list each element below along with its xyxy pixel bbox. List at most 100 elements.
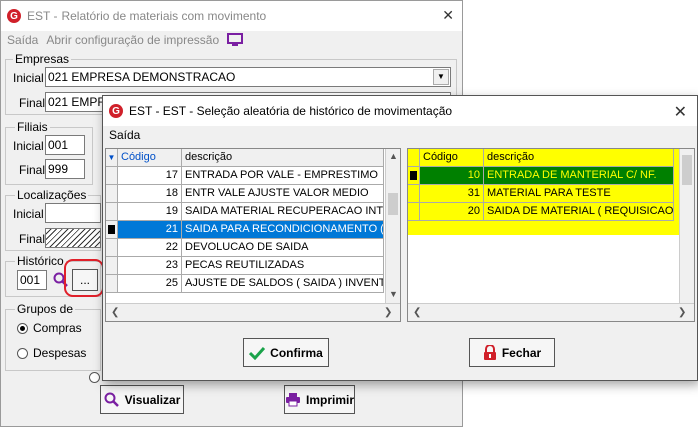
row-codigo: 31 <box>420 185 484 203</box>
filiais-label: Filiais <box>15 120 50 134</box>
right-grid-header: Código descrição <box>408 149 674 167</box>
report-menubar: Saída Abrir configuração de impressão <box>1 31 462 49</box>
left-horizontal-scrollbar[interactable]: ❮ ❯ <box>106 303 400 321</box>
filial-final-field[interactable]: 999 <box>45 159 85 179</box>
header-indicator <box>408 149 420 167</box>
localizacao-final-field[interactable] <box>45 228 101 248</box>
row-indicator <box>408 185 420 203</box>
row-descricao: PECAS REUTILIZADAS <box>182 257 384 275</box>
report-title: Relatório de materiais com movimento <box>61 9 267 23</box>
historico-label: Histórico <box>15 254 66 268</box>
table-row-selected[interactable]: 10 ENTRADA DE MANTERIAL C/ NF. <box>408 167 674 185</box>
row-indicator <box>106 185 118 203</box>
scroll-up-icon[interactable]: ▲ <box>389 151 398 161</box>
table-row[interactable]: 17 ENTRADA POR VALE - EMPRESTIMO <box>106 167 384 185</box>
empresa-final-label: Final <box>19 96 46 110</box>
current-row-indicator <box>408 167 420 185</box>
right-col-codigo[interactable]: Código <box>420 149 484 167</box>
left-col-descricao[interactable]: descrição <box>182 149 384 167</box>
confirmar-button[interactable]: Confirma <box>243 338 329 367</box>
filial-final-label: Final <box>19 163 46 177</box>
row-indicator <box>106 257 118 275</box>
row-descricao: SAIDA MATERIAL RECUPERACAO INTER <box>182 203 384 221</box>
empresas-label: Empresas <box>13 52 72 66</box>
row-codigo: 22 <box>118 239 182 257</box>
right-vertical-scrollbar[interactable] <box>679 149 694 303</box>
row-descricao: SAIDA DE MATERIAL ( REQUISICAO) <box>484 203 674 221</box>
row-codigo: 17 <box>118 167 182 185</box>
scroll-right-icon[interactable]: ❯ <box>678 307 686 318</box>
right-col-descricao[interactable]: descrição <box>484 149 674 167</box>
row-indicator <box>106 275 118 293</box>
report-title-prefix: EST - <box>27 9 58 23</box>
scroll-right-icon[interactable]: ❯ <box>384 307 392 318</box>
printer-icon <box>285 393 300 407</box>
fechar-button[interactable]: Fechar <box>469 338 555 367</box>
scroll-thumb[interactable] <box>388 193 398 215</box>
visualizar-button[interactable]: Visualizar <box>100 385 184 414</box>
row-descricao: ENTR VALE AJUSTE VALOR MEDIO <box>182 185 384 203</box>
current-row-indicator <box>106 221 118 239</box>
row-codigo: 21 <box>118 221 182 239</box>
row-codigo: 10 <box>420 167 484 185</box>
table-row[interactable]: 18 ENTR VALE AJUSTE VALOR MEDIO <box>106 185 384 203</box>
radio-unchecked-icon[interactable] <box>89 372 100 384</box>
row-descricao: AJUSTE DE SALDOS ( SAIDA ) INVENTAR <box>182 275 384 293</box>
row-descricao: DEVOLUCAO DE SAIDA <box>182 239 384 257</box>
chevron-down-icon[interactable]: ▼ <box>433 69 449 85</box>
scroll-left-icon[interactable]: ❮ <box>111 307 119 318</box>
dialog-close-button[interactable]: ✕ <box>674 102 687 122</box>
grupos-label: Grupos de <box>15 302 76 316</box>
fechar-label: Fechar <box>501 345 542 360</box>
row-codigo: 23 <box>118 257 182 275</box>
empresa-inicial-combo[interactable]: 021 EMPRESA DEMONSTRACAO ▼ <box>45 67 451 87</box>
monitor-icon[interactable] <box>227 33 244 47</box>
empresa-inicial-value: 021 EMPRESA DEMONSTRACAO <box>48 70 236 84</box>
left-col-codigo[interactable]: Código <box>118 149 182 167</box>
table-row[interactable]: 20 SAIDA DE MATERIAL ( REQUISICAO) <box>408 203 674 221</box>
selected-historico-grid[interactable]: Código descrição 10 ENTRADA DE MANTERIAL… <box>407 148 695 322</box>
row-descricao: ENTRADA DE MANTERIAL C/ NF. <box>484 167 674 185</box>
historico-ellipsis-button[interactable]: ... <box>72 269 98 291</box>
menu-saida[interactable]: Saída <box>7 33 38 47</box>
table-row[interactable]: 22 DEVOLUCAO DE SAIDA <box>106 239 384 257</box>
right-horizontal-scrollbar[interactable]: ❮ ❯ <box>408 303 694 321</box>
localizacao-inicial-field[interactable] <box>45 203 101 223</box>
grupo-compras-label: Compras <box>33 321 82 335</box>
table-row[interactable]: 19 SAIDA MATERIAL RECUPERACAO INTER <box>106 203 384 221</box>
table-row[interactable]: 25 AJUSTE DE SALDOS ( SAIDA ) INVENTAR <box>106 275 384 293</box>
imprimir-label: Imprimir <box>305 392 354 407</box>
row-indicator <box>408 203 420 221</box>
dialog-menu-saida[interactable]: Saída <box>109 128 140 142</box>
localizacao-inicial-label: Inicial <box>13 207 44 221</box>
row-descricao: MATERIAL PARA TESTE <box>484 185 674 203</box>
left-vertical-scrollbar[interactable]: ▲ ▼ <box>385 149 400 303</box>
row-codigo: 20 <box>420 203 484 221</box>
filial-inicial-label: Inicial <box>13 139 44 153</box>
grupo-despesas-radio[interactable]: Despesas <box>17 346 86 360</box>
table-row-selected[interactable]: 21 SAIDA PARA RECONDICIONAMENTO ( VA <box>106 221 384 239</box>
scroll-down-icon[interactable]: ▼ <box>389 289 398 299</box>
filial-inicial-field[interactable]: 001 <box>45 135 85 155</box>
historico-field[interactable]: 001 <box>17 270 47 290</box>
grupo-despesas-label: Despesas <box>33 346 87 360</box>
table-row[interactable]: 31 MATERIAL PARA TESTE <box>408 185 674 203</box>
empresa-inicial-label: Inicial <box>13 71 44 85</box>
report-close-button[interactable]: ✕ <box>442 7 454 24</box>
grupo-compras-radio[interactable]: Compras <box>17 321 82 335</box>
left-grid-header: ▼ Código descrição <box>106 149 384 167</box>
menu-config-impressao[interactable]: Abrir configuração de impressão <box>46 33 219 47</box>
confirmar-label: Confirma <box>270 345 323 360</box>
scroll-left-icon[interactable]: ❮ <box>413 307 421 318</box>
row-codigo: 18 <box>118 185 182 203</box>
scroll-thumb[interactable] <box>682 155 692 185</box>
available-historico-grid[interactable]: ▼ Código descrição 17 ENTRADA POR VALE -… <box>105 148 401 322</box>
row-indicator <box>106 239 118 257</box>
imprimir-button[interactable]: Imprimir <box>284 385 355 414</box>
table-row[interactable]: 23 PECAS REUTILIZADAS <box>106 257 384 275</box>
row-codigo: 25 <box>118 275 182 293</box>
row-descricao: SAIDA PARA RECONDICIONAMENTO ( VA <box>182 221 384 239</box>
sort-desc-icon[interactable]: ▼ <box>106 149 118 167</box>
dialog-titlebar: G EST - EST - Seleção aleatória de histó… <box>103 96 697 126</box>
dialog-title: EST - EST - Seleção aleatória de históri… <box>129 104 453 118</box>
